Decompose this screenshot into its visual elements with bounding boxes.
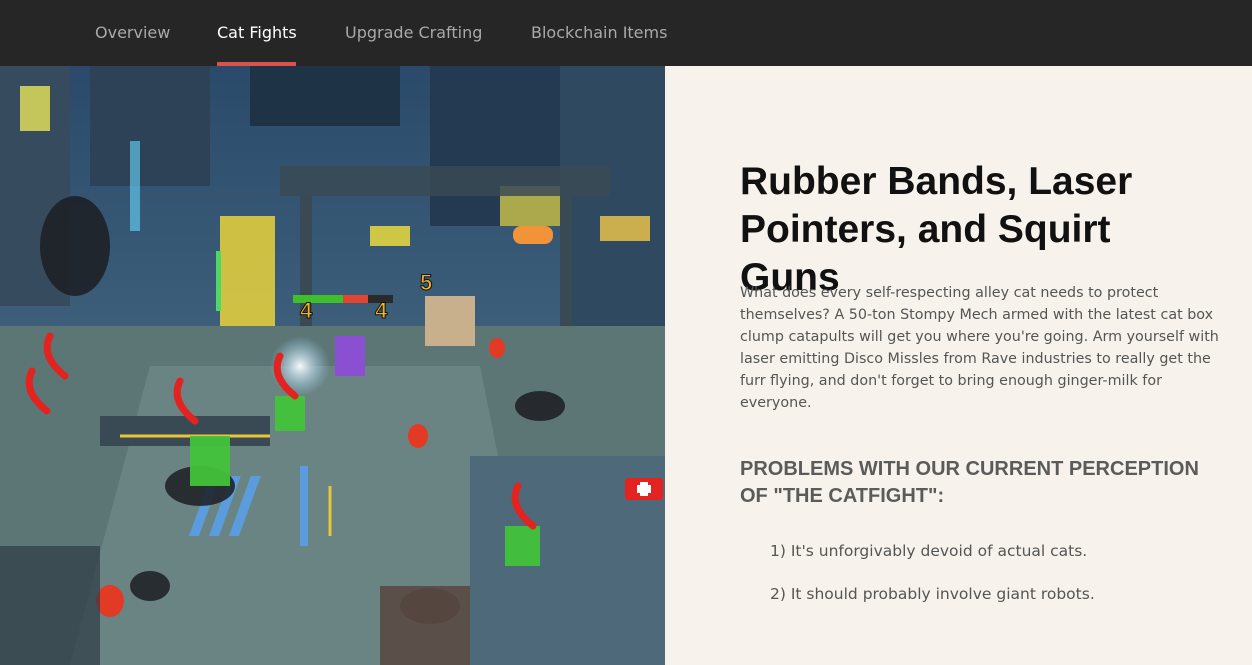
section-heading: Rubber Bands, Laser Pointers, and Squirt… [740, 160, 1133, 299]
hud-wave-number: 5 [420, 270, 432, 295]
hud-right-value: 4 [375, 298, 388, 323]
problems-list: 1) It's unforgivably devoid of actual ca… [770, 536, 1095, 622]
tab-overview[interactable]: Overview [95, 0, 170, 66]
list-item: 2) It should probably involve giant robo… [770, 585, 1095, 603]
problems-heading: PROBLEMS WITH OUR CURRENT PERCEPTION OF … [740, 458, 1199, 507]
content-panel: Rubber Bands, Laser Pointers, and Squirt… [665, 66, 1252, 665]
gameplay-scene: 4 4 5 [0, 66, 665, 665]
intro-paragraph: What does every self-respecting alley ca… [740, 285, 1219, 411]
list-item: 1) It's unforgivably devoid of actual ca… [770, 542, 1088, 560]
tab-cat-fights[interactable]: Cat Fights [217, 0, 297, 66]
gameplay-screenshot: 4 4 5 [0, 66, 665, 665]
tab-blockchain-items[interactable]: Blockchain Items [531, 0, 667, 66]
top-nav: Overview Cat Fights Upgrade Crafting Blo… [0, 0, 1252, 66]
hud-left-value: 4 [300, 298, 313, 323]
tab-upgrade-crafting[interactable]: Upgrade Crafting [345, 0, 482, 66]
